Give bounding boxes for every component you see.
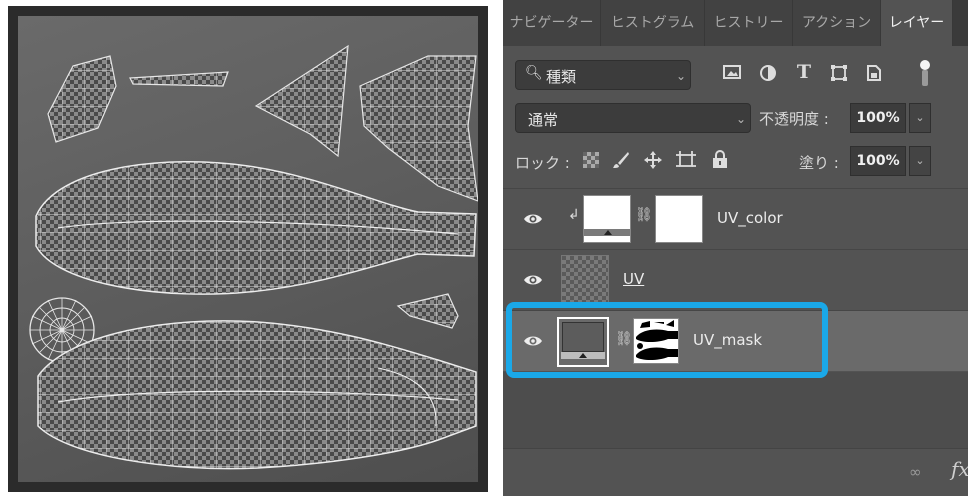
fill-slider-button[interactable]: ⌄ (909, 146, 931, 176)
uv-layout-artwork (29, 44, 478, 470)
tab-strip-end (953, 0, 968, 46)
tab-actions[interactable]: アクション (793, 0, 881, 46)
lock-paint-icon[interactable] (611, 150, 631, 170)
image-filter-icon[interactable] (721, 64, 743, 86)
layer-filter-dropdown[interactable]: 🔍︎ 種類 ⌄ (515, 60, 691, 90)
panel-tab-bar: ナビゲーター ヒストグラム ヒストリー アクション レイヤー (503, 0, 968, 46)
uv-island-fin-3 (396, 293, 459, 329)
blend-mode-value: 通常 (528, 111, 559, 129)
layers-empty-area (503, 372, 968, 448)
lock-artboard-icon[interactable] (675, 150, 697, 170)
blend-mode-dropdown[interactable]: 通常 ⌄ (515, 103, 751, 133)
canvas-frame (8, 6, 488, 492)
layer-name[interactable]: UV_color (717, 209, 783, 227)
layer-thumbnail[interactable] (561, 255, 609, 303)
fx-icon[interactable]: fx (951, 457, 968, 481)
lock-position-icon[interactable] (643, 150, 663, 170)
shape-filter-icon[interactable] (828, 64, 850, 86)
layer-filter-label: 種類 (546, 68, 577, 86)
tab-layers[interactable]: レイヤー (881, 0, 953, 46)
visibility-eye-icon[interactable] (523, 209, 543, 229)
uv-island-strip (129, 71, 229, 87)
layers-panel: ナビゲーター ヒストグラム ヒストリー アクション レイヤー 🔍︎ 種類 ⌄ T… (503, 0, 968, 496)
filter-toggle-icon[interactable] (918, 60, 932, 88)
selection-highlight (506, 302, 828, 378)
chevron-down-icon: ⌄ (676, 69, 687, 83)
search-icon: 🔍︎ (525, 65, 543, 81)
lock-all-icon[interactable] (711, 149, 729, 169)
tab-navigator[interactable]: ナビゲーター (503, 0, 601, 46)
mask-link-icon[interactable]: ⛓︎ (635, 207, 653, 223)
layer-mask-thumbnail[interactable] (655, 195, 703, 243)
smart-object-filter-icon[interactable] (863, 64, 885, 86)
opacity-input[interactable]: 100% (850, 103, 906, 133)
adjustment-filter-icon[interactable] (757, 64, 779, 86)
type-filter-icon[interactable]: T (793, 61, 815, 85)
fill-input[interactable]: 100% (850, 146, 906, 176)
uv-island-fin-1 (47, 55, 117, 143)
layer-row-uv-color[interactable]: ↲ ⛓︎ UV_color (503, 188, 968, 249)
uv-island-tail (359, 55, 478, 202)
chevron-down-icon: ⌄ (736, 112, 747, 126)
clipping-arrow-icon: ↲ (568, 207, 580, 223)
layer-thumbnail[interactable] (583, 195, 631, 243)
document-canvas[interactable] (18, 16, 478, 482)
tab-history[interactable]: ヒストリー (705, 0, 793, 46)
uv-island-body-top (35, 160, 477, 295)
link-layers-icon[interactable]: ∞ (909, 463, 922, 481)
fill-label: 塗り : (799, 154, 839, 172)
lock-label: ロック : (515, 154, 570, 172)
tab-histogram[interactable]: ヒストグラム (601, 0, 705, 46)
visibility-eye-icon[interactable] (523, 270, 543, 290)
opacity-slider-button[interactable]: ⌄ (909, 103, 931, 133)
layer-name[interactable]: UV (623, 270, 644, 288)
layer-row-uv[interactable]: UV (503, 249, 968, 310)
lock-transparent-icon[interactable] (583, 152, 599, 168)
panel-bottom-bar: ∞ fx (503, 448, 968, 496)
uv-island-body-bottom (37, 320, 477, 470)
uv-island-fin-2 (254, 44, 349, 158)
opacity-label: 不透明度 : (759, 110, 829, 128)
